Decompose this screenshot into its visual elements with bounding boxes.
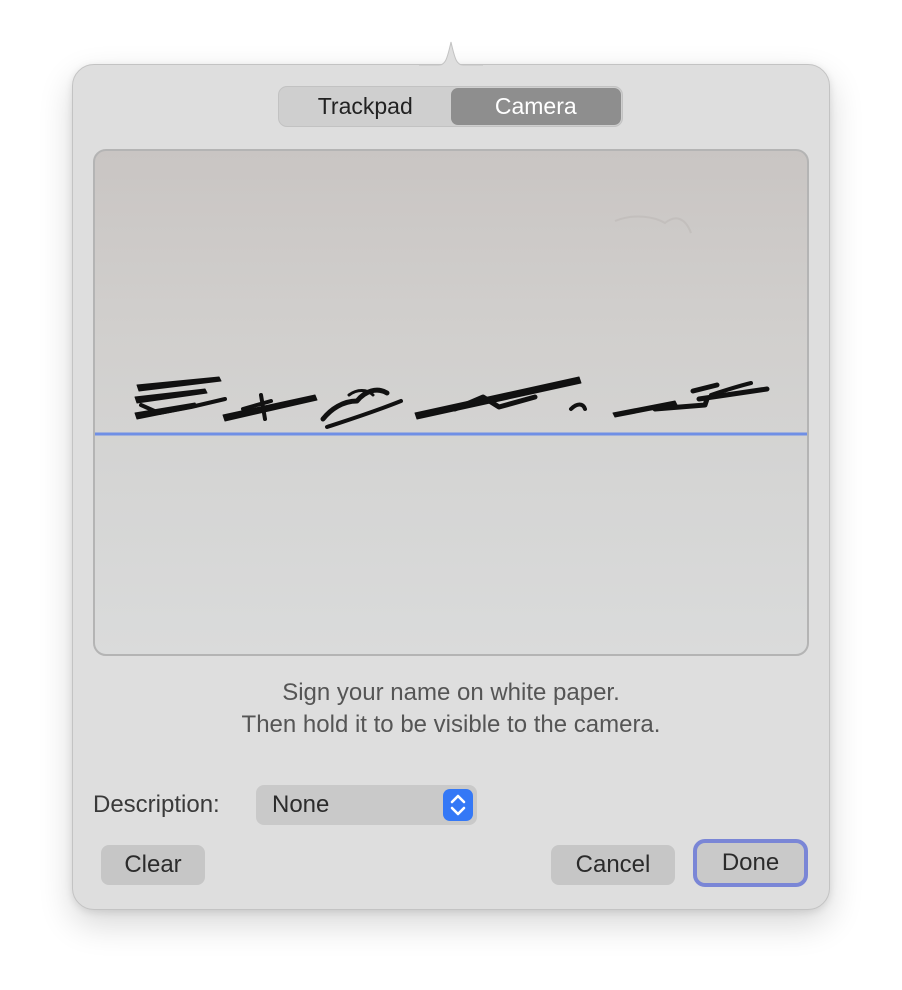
tab-trackpad[interactable]: Trackpad xyxy=(280,88,451,125)
camera-preview-graphics xyxy=(95,215,807,436)
done-button[interactable]: Done xyxy=(693,839,808,887)
popover-arrow xyxy=(419,41,483,68)
signature-strokes xyxy=(134,376,770,429)
tab-camera[interactable]: Camera xyxy=(450,88,621,125)
input-source-segmented-control: Trackpad Camera xyxy=(278,86,623,127)
signature-popover: Trackpad Camera Sign your name on white … xyxy=(72,64,830,910)
clear-button[interactable]: Clear xyxy=(101,845,205,885)
instruction-line-1: Sign your name on white paper. xyxy=(282,679,620,706)
description-select[interactable]: None xyxy=(256,785,477,825)
chevron-up-down-icon xyxy=(443,789,473,821)
camera-preview xyxy=(93,149,809,656)
description-select-value: None xyxy=(272,791,330,818)
cancel-button[interactable]: Cancel xyxy=(551,845,675,885)
background-smudge xyxy=(614,215,692,234)
description-label: Description: xyxy=(93,791,220,818)
instruction-line-2: Then hold it to be visible to the camera… xyxy=(241,711,661,738)
